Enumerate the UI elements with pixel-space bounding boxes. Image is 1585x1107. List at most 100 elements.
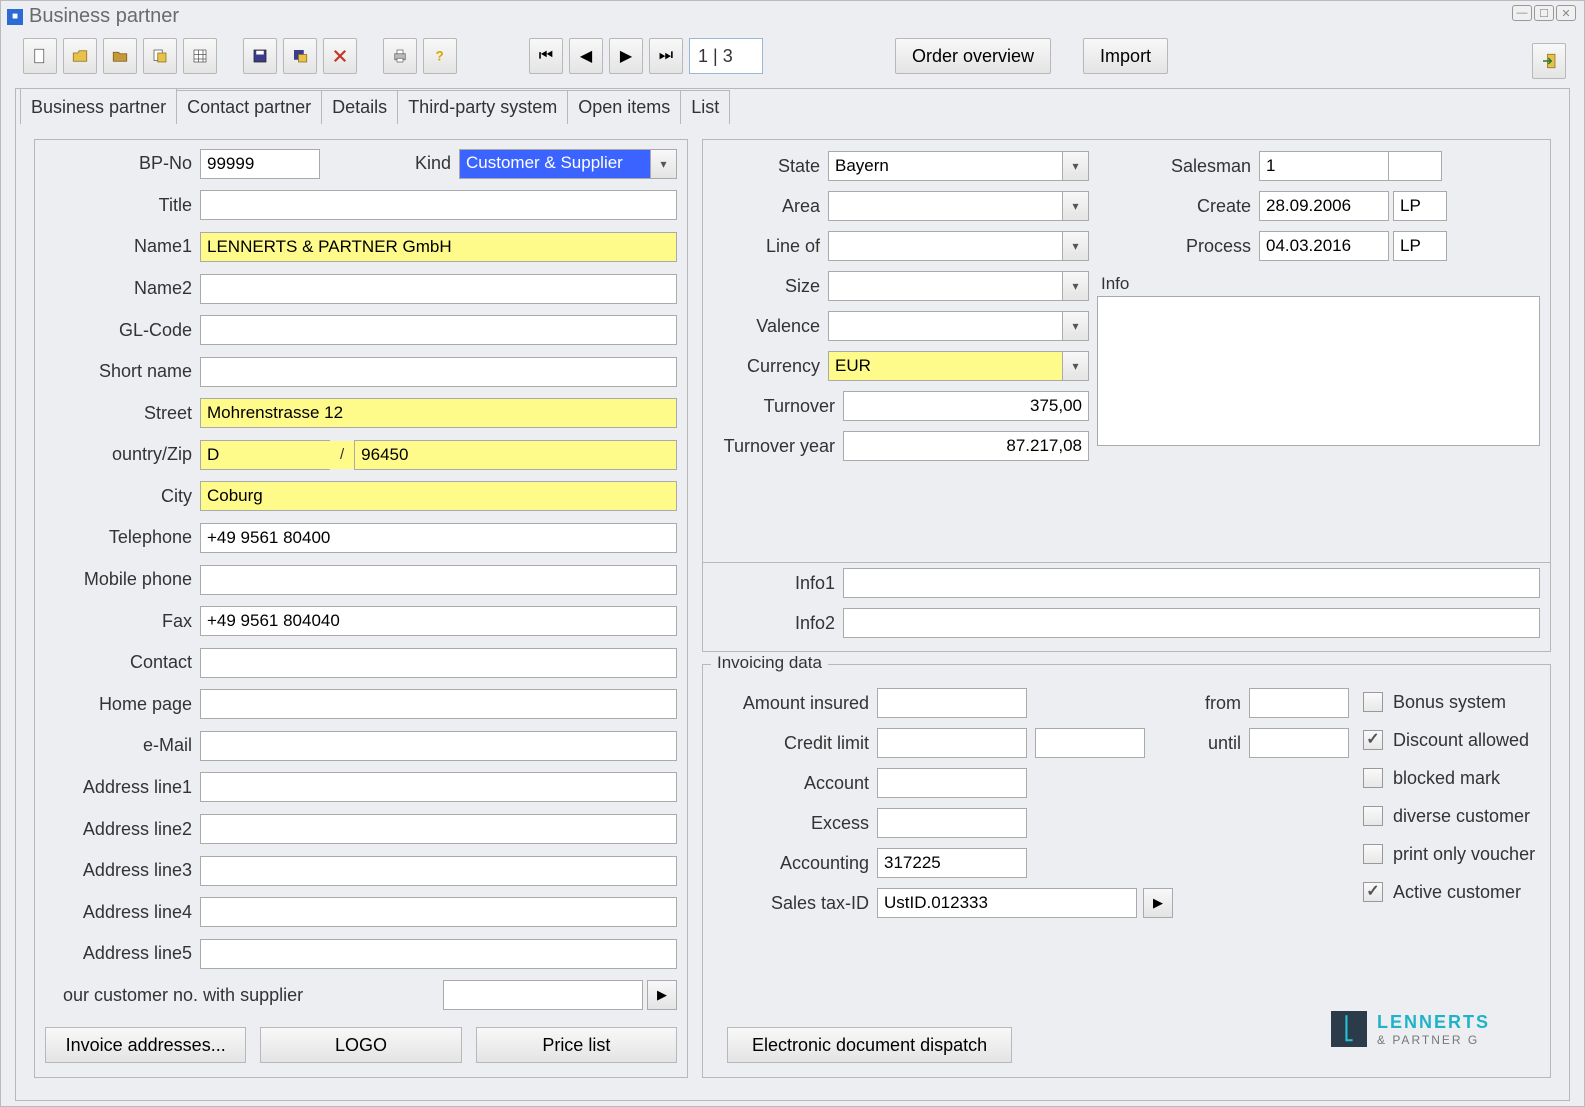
homepage-field[interactable] <box>200 689 677 719</box>
help-button[interactable]: ? <box>423 38 457 74</box>
state-field[interactable] <box>829 152 1062 180</box>
open-folder-button[interactable] <box>103 38 137 74</box>
check-bonus-system[interactable]: Bonus system <box>1363 683 1538 721</box>
addr1-field[interactable] <box>200 772 677 802</box>
invoice-addresses-button[interactable]: Invoice addresses... <box>45 1027 246 1063</box>
name2-field[interactable] <box>200 274 677 304</box>
info1-field[interactable] <box>843 568 1540 598</box>
addr2-field[interactable] <box>200 814 677 844</box>
bp-no-field[interactable] <box>200 149 320 179</box>
city-field[interactable] <box>200 481 677 511</box>
title-field[interactable] <box>200 190 677 220</box>
check-active-customer[interactable]: Active customer <box>1363 873 1538 911</box>
open-button[interactable] <box>63 38 97 74</box>
credit-limit-field[interactable] <box>877 728 1027 758</box>
ourcust-field[interactable] <box>443 980 643 1010</box>
shortname-field[interactable] <box>200 357 677 387</box>
import-button[interactable]: Import <box>1083 38 1168 74</box>
chevron-down-icon[interactable]: ▾ <box>1062 192 1088 220</box>
glcode-field[interactable] <box>200 315 677 345</box>
name1-field[interactable] <box>200 232 677 262</box>
turnover-field[interactable] <box>843 391 1089 421</box>
area-combo[interactable]: ▾ <box>828 191 1089 221</box>
turnover-year-field[interactable] <box>843 431 1089 461</box>
info2-field[interactable] <box>843 608 1540 638</box>
window-title: Business partner <box>29 5 179 28</box>
chevron-down-icon[interactable]: ▾ <box>1062 312 1088 340</box>
until-field[interactable] <box>1249 728 1349 758</box>
first-button[interactable]: ⏮ <box>529 38 563 74</box>
salestax-field[interactable] <box>877 888 1137 918</box>
kind-combo[interactable]: Customer & Supplier ▾ <box>459 149 677 179</box>
lineof-field[interactable] <box>829 232 1062 260</box>
chevron-down-icon[interactable]: ▾ <box>1062 232 1088 260</box>
glcode-label: GL-Code <box>45 320 200 341</box>
exit-button[interactable] <box>1532 43 1566 79</box>
salesman-field[interactable] <box>1259 151 1389 181</box>
minimize-icon[interactable]: — <box>1512 5 1532 21</box>
chevron-down-icon[interactable]: ▾ <box>1062 152 1088 180</box>
delete-button[interactable] <box>323 38 357 74</box>
mobile-field[interactable] <box>200 565 677 595</box>
chevron-down-icon[interactable]: ▾ <box>1062 272 1088 300</box>
amount-insured-label: Amount insured <box>715 693 877 714</box>
info-textarea[interactable] <box>1097 296 1540 446</box>
ourcust-lookup-button[interactable]: ▶ <box>647 980 677 1010</box>
next-button[interactable]: ▶ <box>609 38 643 74</box>
logo-button[interactable]: LOGO <box>260 1027 461 1063</box>
size-field[interactable] <box>829 272 1062 300</box>
valence-combo[interactable]: ▾ <box>828 311 1089 341</box>
country-combo[interactable]: ▾ <box>200 440 330 470</box>
check-discount-allowed[interactable]: Discount allowed <box>1363 721 1538 759</box>
currency-combo[interactable]: ▾ <box>828 351 1089 381</box>
maximize-icon[interactable]: ☐ <box>1534 5 1554 21</box>
credit-limit-combo[interactable]: ▾ <box>1035 728 1145 758</box>
tab-details[interactable]: Details <box>321 90 398 124</box>
tab-list[interactable]: List <box>680 90 730 124</box>
check-blocked-mark[interactable]: blocked mark <box>1363 759 1538 797</box>
report-button[interactable] <box>143 38 177 74</box>
street-field[interactable] <box>200 398 677 428</box>
accounting-field[interactable] <box>877 848 1027 878</box>
size-combo[interactable]: ▾ <box>828 271 1089 301</box>
prev-button[interactable]: ◀ <box>569 38 603 74</box>
lineof-combo[interactable]: ▾ <box>828 231 1089 261</box>
fax-field[interactable] <box>200 606 677 636</box>
addr4-field[interactable] <box>200 897 677 927</box>
tab-third-party[interactable]: Third-party system <box>397 90 568 124</box>
state-combo[interactable]: ▾ <box>828 151 1089 181</box>
email-field[interactable] <box>200 731 677 761</box>
tab-contact-partner[interactable]: Contact partner <box>176 90 322 124</box>
print-button[interactable] <box>383 38 417 74</box>
from-field[interactable] <box>1249 688 1349 718</box>
amount-insured-field[interactable] <box>877 688 1027 718</box>
contact-field[interactable] <box>200 648 677 678</box>
process-label: Process <box>1097 236 1259 257</box>
account-field[interactable] <box>877 768 1027 798</box>
electronic-dispatch-button[interactable]: Electronic document dispatch <box>727 1027 1012 1063</box>
grid-button[interactable] <box>183 38 217 74</box>
addr5-field[interactable] <box>200 939 677 969</box>
chevron-down-icon[interactable]: ▾ <box>650 150 676 178</box>
excess-field[interactable] <box>877 808 1027 838</box>
new-button[interactable] <box>23 38 57 74</box>
check-print-only-voucher[interactable]: print only voucher <box>1363 835 1538 873</box>
tab-open-items[interactable]: Open items <box>567 90 681 124</box>
chevron-down-icon[interactable]: ▾ <box>1062 352 1088 380</box>
telephone-field[interactable] <box>200 523 677 553</box>
valence-field[interactable] <box>829 312 1062 340</box>
price-list-button[interactable]: Price list <box>476 1027 677 1063</box>
currency-field[interactable] <box>829 352 1062 380</box>
close-icon[interactable]: ✕ <box>1556 5 1576 21</box>
last-button[interactable]: ⏭ <box>649 38 683 74</box>
addr3-field[interactable] <box>200 856 677 886</box>
salestax-lookup-button[interactable]: ▶ <box>1143 888 1173 918</box>
tab-business-partner[interactable]: Business partner <box>20 88 177 124</box>
area-field[interactable] <box>829 192 1062 220</box>
order-overview-button[interactable]: Order overview <box>895 38 1051 74</box>
zip-field[interactable] <box>354 440 677 470</box>
checkbox-icon <box>1363 806 1383 826</box>
save-folder-button[interactable] <box>283 38 317 74</box>
check-diverse-customer[interactable]: diverse customer <box>1363 797 1538 835</box>
save-button[interactable] <box>243 38 277 74</box>
